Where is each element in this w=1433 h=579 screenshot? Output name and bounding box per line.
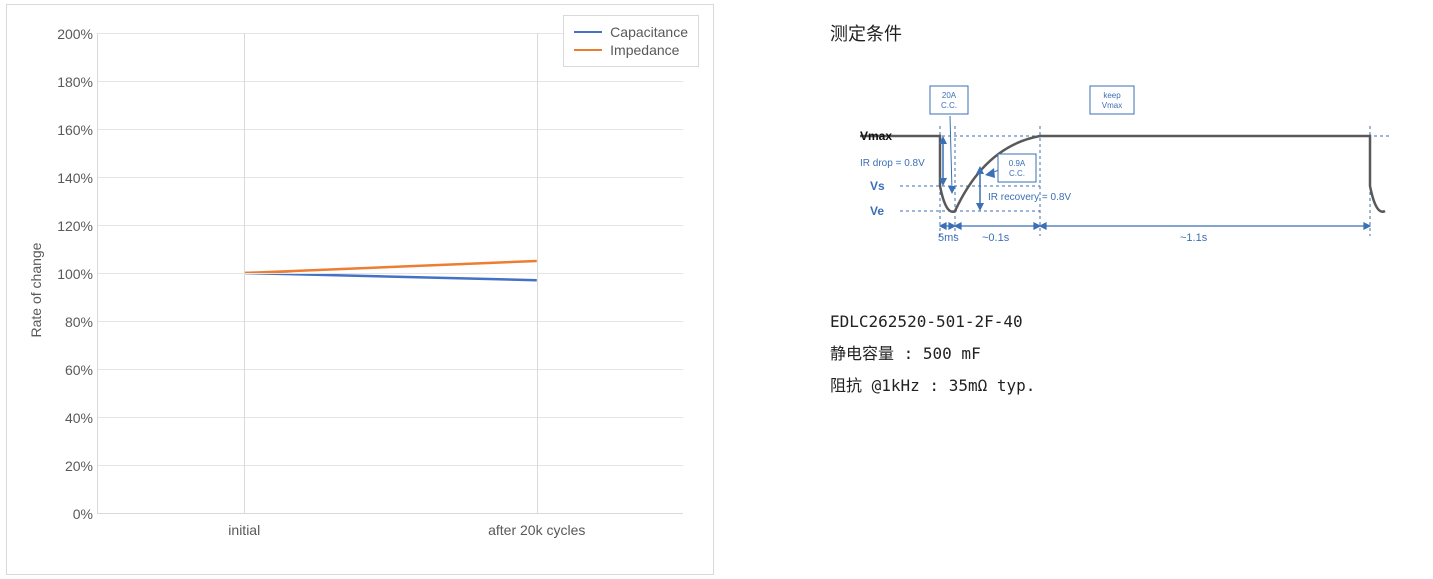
time-5ms: 5ms bbox=[938, 232, 959, 244]
gridline bbox=[98, 225, 683, 226]
gridline bbox=[537, 33, 538, 513]
ir-recovery-label: IR recovery = 0.8V bbox=[988, 192, 1071, 203]
time-1-1s: ~1.1s bbox=[1180, 232, 1208, 244]
part-number: EDLC262520-501-2F-40 bbox=[830, 306, 1413, 338]
y-tick-label: 80% bbox=[49, 314, 93, 330]
y-tick-label: 140% bbox=[49, 170, 93, 186]
impedance-spec: 阻抗 @1kHz : 35mΩ typ. bbox=[830, 370, 1413, 402]
vs-label: Vs bbox=[870, 179, 885, 193]
svg-text:C.C.: C.C. bbox=[1009, 169, 1025, 178]
x-tick-label: after 20k cycles bbox=[488, 522, 585, 538]
gridline bbox=[98, 369, 683, 370]
gridline bbox=[98, 465, 683, 466]
series-line-capacitance bbox=[244, 273, 537, 280]
y-tick-label: 160% bbox=[49, 122, 93, 138]
y-tick-label: 200% bbox=[49, 26, 93, 42]
conditions-heading: 测定条件 bbox=[830, 20, 1413, 46]
left-panel: Rate of change Capacitance Impedance 0% 2… bbox=[0, 0, 720, 579]
legend-entry-capacitance: Capacitance bbox=[574, 24, 688, 40]
legend-label: Impedance bbox=[610, 42, 679, 58]
legend: Capacitance Impedance bbox=[563, 15, 699, 67]
y-tick-label: 180% bbox=[49, 74, 93, 90]
series-line-impedance bbox=[244, 261, 537, 273]
svg-text:C.C.: C.C. bbox=[941, 101, 957, 110]
y-axis-title: Rate of change bbox=[28, 242, 44, 337]
rate-of-change-chart: Rate of change Capacitance Impedance 0% 2… bbox=[6, 4, 714, 575]
y-tick-label: 0% bbox=[49, 506, 93, 522]
legend-label: Capacitance bbox=[610, 24, 688, 40]
y-tick-label: 120% bbox=[49, 218, 93, 234]
gridline bbox=[98, 321, 683, 322]
legend-swatch bbox=[574, 49, 602, 51]
svg-text:keep: keep bbox=[1103, 91, 1121, 100]
gridline bbox=[98, 417, 683, 418]
svg-text:0.9A: 0.9A bbox=[1009, 159, 1026, 168]
vmax-label: Vmax bbox=[860, 129, 892, 143]
capacitance-spec: 静电容量 : 500 mF bbox=[830, 338, 1413, 370]
y-tick-label: 20% bbox=[49, 458, 93, 474]
gridline bbox=[98, 273, 683, 274]
svg-text:Vmax: Vmax bbox=[1102, 101, 1122, 110]
legend-entry-impedance: Impedance bbox=[574, 42, 688, 58]
y-tick-label: 40% bbox=[49, 410, 93, 426]
x-tick-label: initial bbox=[228, 522, 260, 538]
gridline bbox=[244, 33, 245, 513]
right-panel: 测定条件 bbox=[720, 0, 1433, 579]
gridline bbox=[98, 81, 683, 82]
legend-swatch bbox=[574, 31, 602, 33]
svg-text:20A: 20A bbox=[942, 91, 957, 100]
measurement-waveform-diagram: Vmax Vs Ve IR drop = 0.8V IR recovery = … bbox=[830, 76, 1400, 276]
gridline bbox=[98, 129, 683, 130]
y-tick-label: 100% bbox=[49, 266, 93, 282]
ve-label: Ve bbox=[870, 204, 884, 218]
ir-drop-label: IR drop = 0.8V bbox=[860, 158, 925, 169]
plot-area bbox=[97, 33, 683, 514]
waveform-svg: Vmax Vs Ve IR drop = 0.8V IR recovery = … bbox=[830, 76, 1400, 276]
time-0-1s: ~0.1s bbox=[982, 232, 1010, 244]
y-tick-label: 60% bbox=[49, 362, 93, 378]
gridline bbox=[98, 177, 683, 178]
spec-block: EDLC262520-501-2F-40 静电容量 : 500 mF 阻抗 @1… bbox=[830, 306, 1413, 402]
